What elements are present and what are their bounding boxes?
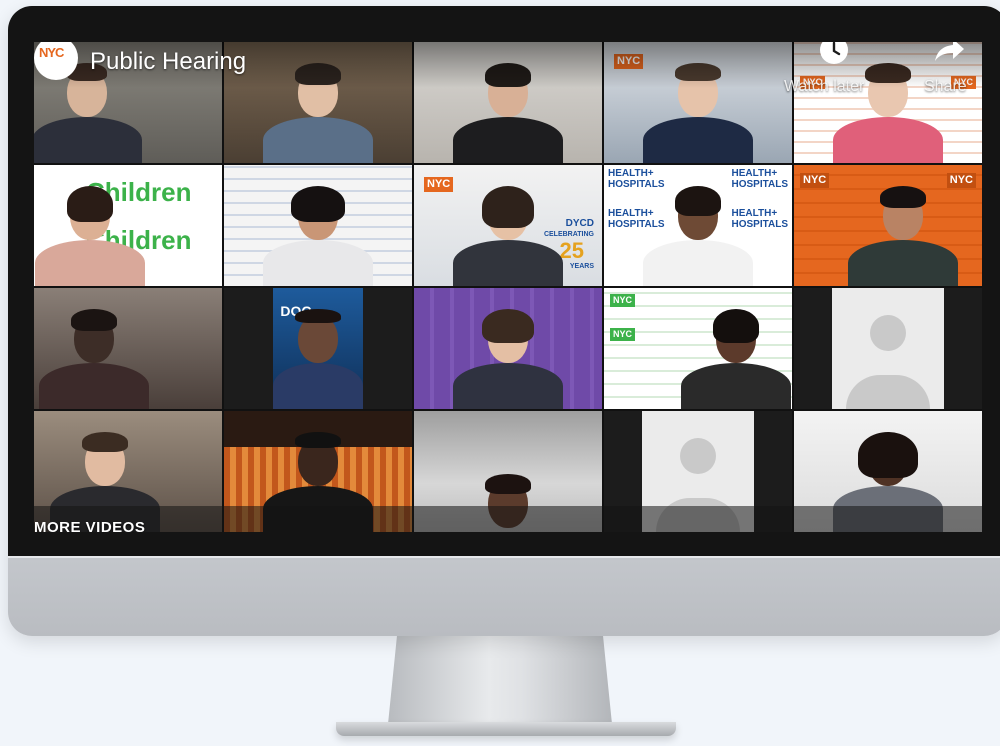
nyc-backdrop-logo: NYC [610, 294, 636, 307]
hh-line1: HEALTH+ [731, 168, 778, 179]
dycd-backdrop-text: DYCD [565, 218, 594, 229]
participant-tile: Children Children [34, 165, 222, 286]
participant-tile: HEALTH+ HOSPITALS HEALTH+ HOSPITALS HEAL… [604, 165, 792, 286]
monitor-stand-neck [388, 636, 612, 724]
participant-tile: NYC NYC [794, 165, 982, 286]
video-title[interactable]: Public Hearing [90, 48, 246, 76]
monitor-stand-base [336, 722, 676, 736]
channel-logo-text: NYC [39, 45, 64, 60]
participant-tile [34, 288, 222, 409]
share-button[interactable] [930, 42, 970, 69]
share-label: Share [924, 78, 967, 95]
monitor-mockup-scene: NYC NYC NYC Children [0, 0, 1000, 746]
share-arrow-icon [935, 42, 964, 61]
clock-icon [820, 42, 848, 64]
participant-tile-no-video [794, 288, 982, 409]
nyc-backdrop-logo: NYC [424, 177, 454, 192]
nyc-backdrop-logo: NYC [610, 328, 636, 341]
watch-later-button[interactable] [814, 42, 854, 64]
watch-later-label: Watch later [784, 78, 865, 95]
participant-tile: DOC [224, 288, 412, 409]
hh-line1: HEALTH+ [608, 168, 654, 179]
player-bottom-strip [34, 506, 982, 532]
participant-tile: NYC DYCD CELEBRATING 25 YEARS [414, 165, 602, 286]
video-player[interactable]: NYC NYC NYC Children [34, 42, 982, 532]
participant-tile: NYC NYC [604, 288, 792, 409]
nyc-backdrop-logo: NYC [800, 173, 830, 188]
dycd-years-text: YEARS [569, 263, 594, 270]
more-videos-button[interactable]: MORE VIDEOS [34, 519, 145, 532]
participant-tile [414, 288, 602, 409]
monitor-chin-divider [8, 556, 1000, 558]
default-user-avatar-icon [831, 288, 945, 409]
dycd-anniversary-number: 25 [559, 238, 584, 263]
participant-grid: NYC NYC NYC Children [34, 42, 982, 532]
participant-tile [224, 165, 412, 286]
